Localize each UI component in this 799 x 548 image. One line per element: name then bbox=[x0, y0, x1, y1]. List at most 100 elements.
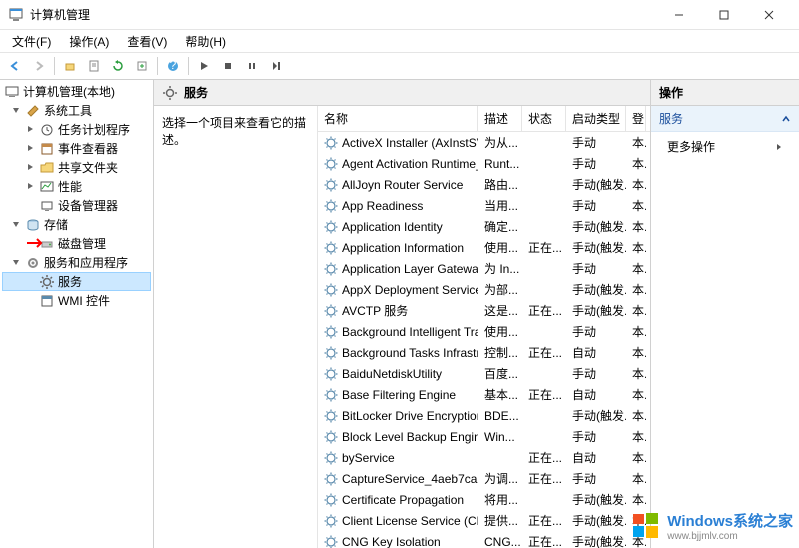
service-logon: 本... bbox=[626, 195, 646, 216]
properties-button[interactable] bbox=[83, 55, 105, 77]
service-status: 正在... bbox=[522, 384, 566, 405]
service-logon: 本... bbox=[626, 237, 646, 258]
service-row[interactable]: CaptureService_4aeb7ca为调...正在...手动本... bbox=[318, 468, 650, 489]
toolbar-separator bbox=[157, 57, 158, 75]
help-button[interactable]: ? bbox=[162, 55, 184, 77]
window-controls bbox=[656, 1, 791, 29]
export-button[interactable] bbox=[131, 55, 153, 77]
play-button[interactable] bbox=[193, 55, 215, 77]
service-row[interactable]: CNG Key IsolationCNG...正在...手动(触发...本... bbox=[318, 531, 650, 548]
refresh-button[interactable] bbox=[107, 55, 129, 77]
service-status: 正在... bbox=[522, 468, 566, 489]
service-startup: 手动 bbox=[566, 468, 626, 489]
menu-action[interactable]: 操作(A) bbox=[61, 31, 117, 52]
menubar: 文件(F) 操作(A) 查看(V) 帮助(H) bbox=[0, 30, 799, 52]
gear-icon bbox=[324, 283, 338, 297]
col-startup[interactable]: 启动类型 bbox=[566, 106, 626, 131]
service-logon: 本... bbox=[626, 468, 646, 489]
toolbar: ? bbox=[0, 52, 799, 80]
service-row[interactable]: App Readiness当用...手动本... bbox=[318, 195, 650, 216]
up-button[interactable] bbox=[59, 55, 81, 77]
service-name: Base Filtering Engine bbox=[342, 388, 456, 402]
gear-icon bbox=[324, 430, 338, 444]
tree-performance[interactable]: 性能 bbox=[2, 177, 151, 196]
pause-button[interactable] bbox=[241, 55, 263, 77]
col-name[interactable]: 名称 bbox=[318, 106, 478, 131]
service-row[interactable]: Background Tasks Infrastru...控制...正在...自… bbox=[318, 342, 650, 363]
service-row[interactable]: Application Identity确定...手动(触发...本... bbox=[318, 216, 650, 237]
tree-disk-management[interactable]: 磁盘管理 bbox=[2, 234, 151, 253]
forward-button[interactable] bbox=[28, 55, 50, 77]
tree-event-viewer[interactable]: 事件查看器 bbox=[2, 139, 151, 158]
service-row[interactable]: Block Level Backup Engine ...Win...手动本..… bbox=[318, 426, 650, 447]
close-button[interactable] bbox=[746, 1, 791, 29]
service-logon: 本... bbox=[626, 447, 646, 468]
service-row[interactable]: ActiveX Installer (AxInstSV)为从...手动本... bbox=[318, 132, 650, 153]
service-row[interactable]: AllJoyn Router Service路由...手动(触发...本... bbox=[318, 174, 650, 195]
service-desc: 当用... bbox=[478, 195, 522, 216]
back-button[interactable] bbox=[4, 55, 26, 77]
col-logon[interactable]: 登... bbox=[626, 106, 646, 131]
tree-services[interactable]: 服务 bbox=[2, 272, 151, 291]
maximize-button[interactable] bbox=[701, 1, 746, 29]
service-row[interactable]: Client License Service (Clip...提供...正在..… bbox=[318, 510, 650, 531]
service-row[interactable]: byService正在...自动本... bbox=[318, 447, 650, 468]
expand-icon[interactable] bbox=[25, 124, 36, 135]
service-status bbox=[522, 321, 566, 342]
service-row[interactable]: AppX Deployment Service ...为部...手动(触发...… bbox=[318, 279, 650, 300]
gear-icon bbox=[324, 514, 338, 528]
stop-button[interactable] bbox=[217, 55, 239, 77]
expand-icon[interactable] bbox=[25, 143, 36, 154]
tree-task-scheduler[interactable]: 任务计划程序 bbox=[2, 120, 151, 139]
menu-view[interactable]: 查看(V) bbox=[119, 31, 175, 52]
expand-icon[interactable] bbox=[25, 181, 36, 192]
col-status[interactable]: 状态 bbox=[522, 106, 566, 131]
collapse-icon[interactable] bbox=[11, 105, 22, 116]
service-row[interactable]: BitLocker Drive Encryption ...BDE...手动(触… bbox=[318, 405, 650, 426]
service-row[interactable]: Background Intelligent Tra...使用...手动本... bbox=[318, 321, 650, 342]
service-row[interactable]: Certificate Propagation将用...手动(触发...本... bbox=[318, 489, 650, 510]
collapse-icon[interactable] bbox=[11, 219, 22, 230]
tree-device-manager[interactable]: 设备管理器 bbox=[2, 196, 151, 215]
gear-icon bbox=[324, 325, 338, 339]
service-row[interactable]: BaiduNetdiskUtility百度...手动本... bbox=[318, 363, 650, 384]
storage-icon bbox=[25, 217, 41, 233]
gear-icon bbox=[324, 367, 338, 381]
service-row[interactable]: Base Filtering Engine基本...正在...自动本... bbox=[318, 384, 650, 405]
tree-label: 服务和应用程序 bbox=[44, 254, 128, 271]
actions-more[interactable]: 更多操作 bbox=[651, 132, 799, 161]
tree-services-apps[interactable]: 服务和应用程序 bbox=[2, 253, 151, 272]
tree-shared-folders[interactable]: 共享文件夹 bbox=[2, 158, 151, 177]
service-desc: 为 In... bbox=[478, 258, 522, 279]
collapse-icon[interactable] bbox=[11, 257, 22, 268]
minimize-button[interactable] bbox=[656, 1, 701, 29]
menu-file[interactable]: 文件(F) bbox=[4, 31, 59, 52]
service-row[interactable]: Application Information使用...正在...手动(触发..… bbox=[318, 237, 650, 258]
app-icon bbox=[8, 7, 24, 23]
service-status: 正在... bbox=[522, 300, 566, 321]
tree-root[interactable]: 计算机管理(本地) bbox=[2, 82, 151, 101]
service-status bbox=[522, 132, 566, 153]
expand-icon[interactable] bbox=[25, 162, 36, 173]
service-logon: 本... bbox=[626, 132, 646, 153]
tree-storage[interactable]: 存储 bbox=[2, 215, 151, 234]
service-desc: 基本... bbox=[478, 384, 522, 405]
actions-panel: 操作 服务 更多操作 bbox=[651, 80, 799, 548]
service-name: ActiveX Installer (AxInstSV) bbox=[342, 136, 478, 150]
service-logon: 本... bbox=[626, 489, 646, 510]
tree-wmi[interactable]: WMI 控件 bbox=[2, 291, 151, 310]
services-list[interactable]: 名称 描述 状态 启动类型 登... ActiveX Installer (Ax… bbox=[318, 106, 650, 548]
center-title: 服务 bbox=[184, 84, 208, 101]
restart-button[interactable] bbox=[265, 55, 287, 77]
col-desc[interactable]: 描述 bbox=[478, 106, 522, 131]
service-desc: 这是... bbox=[478, 300, 522, 321]
service-name: Agent Activation Runtime_... bbox=[342, 157, 478, 171]
tree-system-tools[interactable]: 系统工具 bbox=[2, 101, 151, 120]
service-row[interactable]: Application Layer Gateway ...为 In...手动本.… bbox=[318, 258, 650, 279]
actions-more-label: 更多操作 bbox=[667, 138, 715, 155]
service-row[interactable]: AVCTP 服务这是...正在...手动(触发...本... bbox=[318, 300, 650, 321]
chevron-up-icon[interactable] bbox=[781, 114, 791, 124]
service-status: 正在... bbox=[522, 342, 566, 363]
menu-help[interactable]: 帮助(H) bbox=[177, 31, 234, 52]
service-row[interactable]: Agent Activation Runtime_...Runt...手动本..… bbox=[318, 153, 650, 174]
